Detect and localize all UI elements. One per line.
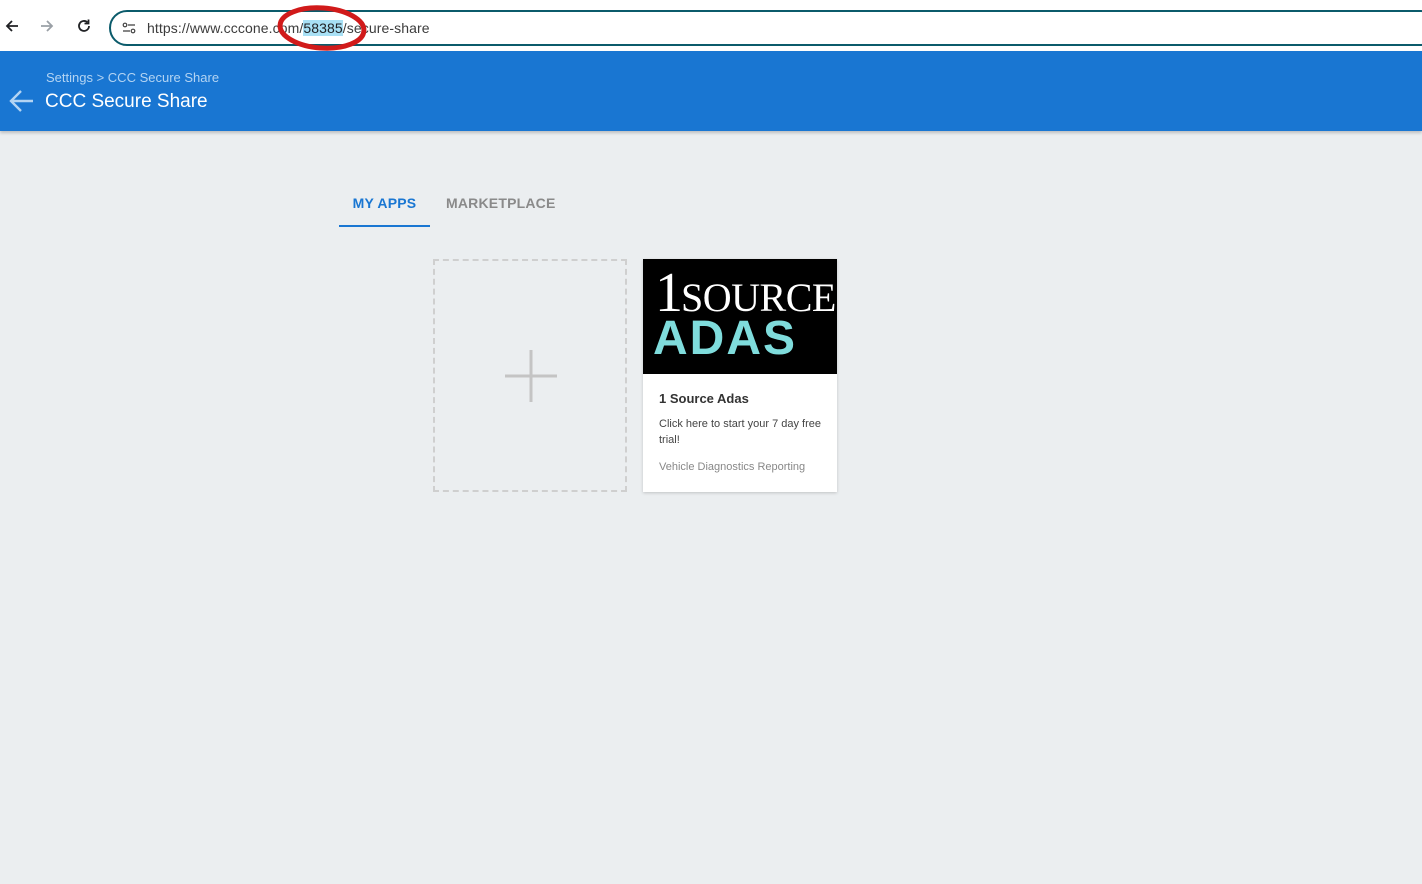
url-highlighted-segment: 58385	[303, 20, 343, 36]
url-suffix: /secure-share	[342, 20, 430, 36]
plus-icon	[505, 350, 557, 402]
app-category: Vehicle Diagnostics Reporting	[659, 461, 806, 473]
app-logo: 1SOURCE ADAS	[643, 259, 837, 374]
breadcrumb[interactable]: Settings > CCC Secure Share	[46, 70, 219, 85]
app-description: Click here to start your 7 day free tria…	[659, 418, 822, 446]
forward-arrow-icon	[41, 20, 54, 32]
browser-toolbar: https://www.cccone.com/58385/secure-shar…	[0, 0, 1422, 51]
browser-forward-button[interactable]	[36, 15, 58, 37]
address-bar[interactable]: https://www.cccone.com/58385/secure-shar…	[109, 10, 1422, 46]
add-app-card[interactable]	[433, 259, 627, 492]
tab-marketplace[interactable]: MARKETPLACE	[430, 184, 572, 227]
reload-icon	[78, 19, 90, 32]
url-text[interactable]: https://www.cccone.com/58385/secure-shar…	[147, 20, 430, 36]
app-card[interactable]: 1SOURCE ADAS 1 Source Adas Click here to…	[643, 259, 837, 492]
tab-bar: MY APPS MARKETPLACE	[339, 184, 572, 227]
browser-reload-button[interactable]	[73, 15, 95, 37]
url-prefix: https://www.cccone.com/	[147, 20, 304, 36]
browser-back-button[interactable]	[1, 15, 23, 37]
tab-my-apps[interactable]: MY APPS	[339, 184, 430, 227]
header-back-arrow-icon[interactable]	[9, 88, 35, 114]
site-info-icon[interactable]	[122, 21, 136, 35]
app-header: Settings > CCC Secure Share CCC Secure S…	[0, 51, 1422, 131]
logo-line-bottom: ADAS	[653, 312, 798, 365]
page-title: CCC Secure Share	[45, 91, 208, 112]
back-arrow-icon	[5, 20, 18, 32]
app-name: 1 Source Adas	[659, 391, 749, 406]
